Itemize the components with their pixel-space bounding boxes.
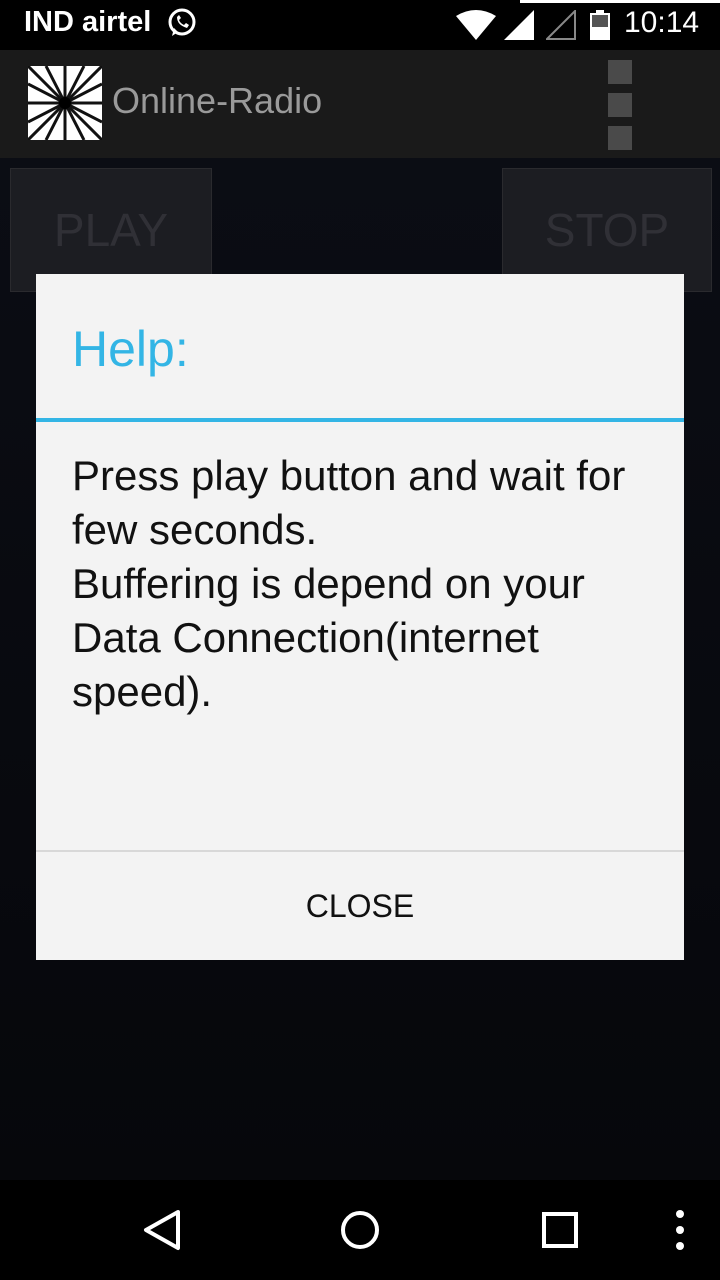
- app-title: Online-Radio: [112, 80, 323, 121]
- status-bar: IND airtel 10:14: [0, 0, 720, 50]
- dialog-title: Help:: [72, 321, 189, 377]
- signal-empty-icon: [546, 10, 576, 40]
- status-highlight-bar: [520, 0, 720, 3]
- signal-icon: [504, 10, 534, 40]
- close-button[interactable]: CLOSE: [36, 852, 684, 960]
- wifi-icon: [456, 10, 496, 40]
- action-bar: Online-Radio: [0, 50, 720, 158]
- battery-icon: [590, 10, 610, 40]
- dialog-title-divider: [36, 418, 684, 422]
- carrier-name: IND airtel: [24, 6, 152, 38]
- back-icon[interactable]: [140, 1208, 184, 1252]
- clock: 10:14: [624, 6, 700, 39]
- overflow-menu-icon[interactable]: [608, 60, 634, 150]
- dialog-message: Press play button and wait for few secon…: [72, 452, 626, 715]
- more-icon[interactable]: [668, 1208, 692, 1252]
- home-icon[interactable]: [338, 1208, 382, 1252]
- recent-apps-icon[interactable]: [538, 1208, 582, 1252]
- whatsapp-icon: [168, 8, 196, 36]
- app-logo-icon: [28, 66, 102, 140]
- navigation-bar: [0, 1180, 720, 1280]
- help-dialog: Help: Press play button and wait for few…: [36, 274, 684, 960]
